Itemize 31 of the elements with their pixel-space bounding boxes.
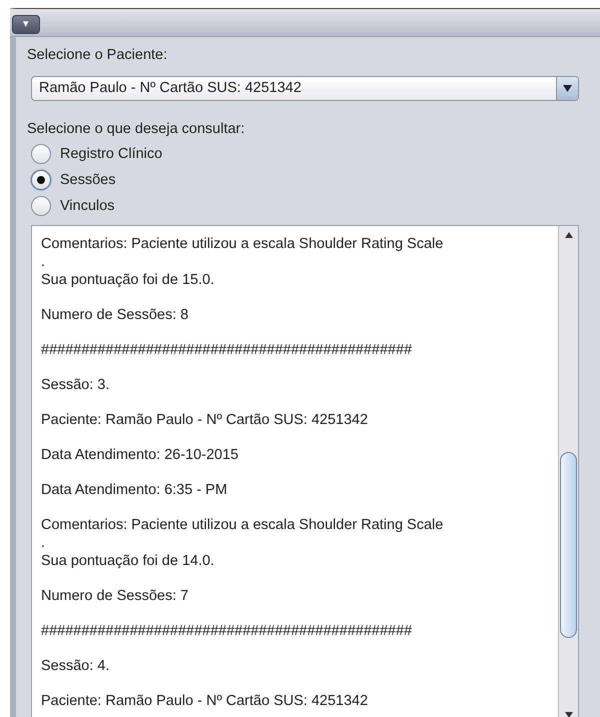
text-line: Paciente: Ramão Paulo - Nº Cartão SUS: 4251342 <box>41 692 368 708</box>
dropdown-arrow-icon[interactable] <box>563 84 572 92</box>
text-line: Comentarios: Paciente utilizou a escala Shoulder Rating Scale <box>41 236 444 252</box>
scroll-thumb[interactable] <box>560 452 577 638</box>
scroll-up-icon[interactable] <box>564 232 572 238</box>
text-line: Numero de Sessões: 7 <box>41 588 188 604</box>
scroll-down-icon[interactable] <box>564 712 572 717</box>
text-line: Paciente: Ramão Paulo - Nº Cartão SUS: 4251342 <box>41 412 368 428</box>
radio-button[interactable] <box>31 144 51 164</box>
text-line: Sua pontuação foi de 15.0. <box>41 272 214 288</box>
radio-button[interactable] <box>31 170 51 190</box>
radio-label[interactable]: Registro Clínico <box>60 144 162 162</box>
field-label: Selecione o Paciente: <box>27 46 168 64</box>
menu-button[interactable]: ▾ <box>12 14 40 34</box>
text-line: Sua pontuação foi de 14.0. <box>41 552 214 568</box>
text-line: Comentarios: Paciente utilizou a escala Shoulder Rating Scale <box>41 516 444 532</box>
radio-label[interactable]: Sessões <box>60 170 116 188</box>
text-line: . <box>41 534 46 550</box>
text-line: ############################################## <box>41 622 412 638</box>
text-line: Sessão: 4. <box>41 658 110 674</box>
radio-button[interactable] <box>31 196 51 216</box>
text-line: ############################################## <box>41 342 412 358</box>
text-line: Data Atendimento: 6:35 - PM <box>41 482 228 498</box>
radio-label[interactable]: Vinculos <box>60 196 115 214</box>
field-label: Selecione o que deseja consultar: <box>27 120 245 138</box>
patient-dropdown[interactable]: Ramão Paulo - Nº Cartão SUS: 4251342 <box>31 76 579 101</box>
scrollbar[interactable] <box>558 226 578 717</box>
text-line: Data Atendimento: 26-10-2015 <box>41 446 238 462</box>
text-line: Sessão: 3. <box>41 376 110 392</box>
text-line: Numero de Sessões: 8 <box>41 306 188 322</box>
text-line: . <box>41 254 46 270</box>
